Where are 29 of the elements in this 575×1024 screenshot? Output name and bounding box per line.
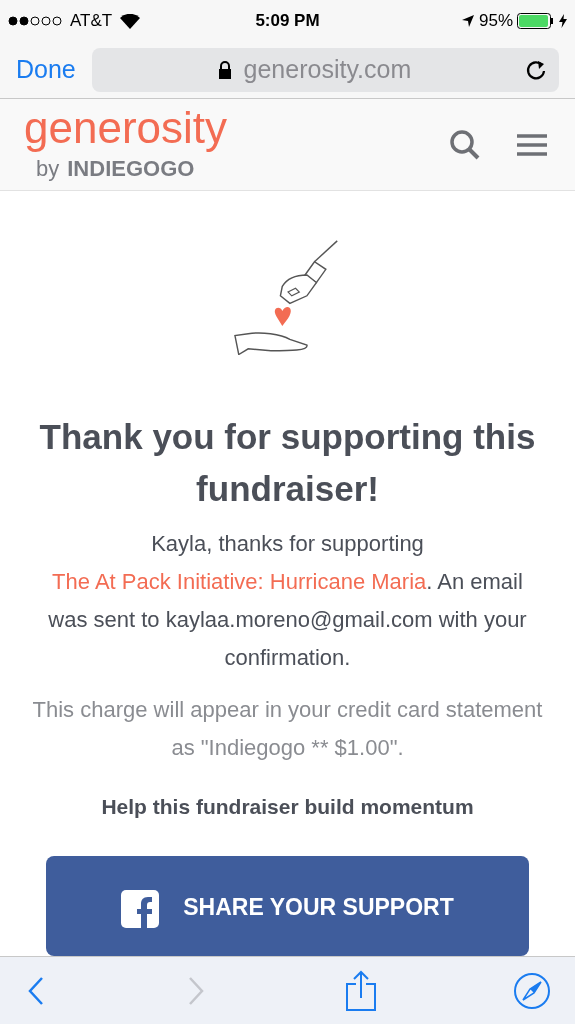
facebook-icon xyxy=(121,890,160,928)
charging-icon xyxy=(559,14,567,28)
location-icon xyxy=(460,14,475,28)
carrier-label: AT&T xyxy=(70,10,113,33)
signal-icon xyxy=(8,16,62,26)
battery-percentage: 95% xyxy=(478,10,513,33)
momentum-heading: Help this fundraiser build momentum xyxy=(101,793,474,820)
menu-icon xyxy=(517,133,547,156)
share-icon xyxy=(344,969,377,1012)
indiegogo-brand: INDIEGOGO xyxy=(67,155,195,183)
brand-logo[interactable]: generosity xyxy=(24,104,441,152)
confirmation-message: Kayla, thanks for supporting The At Pack Initiative: Hurricane Maria. An email was sent to kaylaa.moreno@gmail.com with your confirmation. xyxy=(47,529,528,672)
compass-icon xyxy=(513,971,551,1010)
search-icon xyxy=(449,128,481,161)
battery-icon xyxy=(517,13,555,29)
fundraiser-link[interactable]: The At Pack Initiative: Hurricane Maria xyxy=(52,568,427,594)
lock-icon xyxy=(217,61,232,79)
charge-note: This charge will appear in your credit card statement as "Indiegogo ** $1.00". xyxy=(32,695,543,762)
clock-time: 5:09 PM xyxy=(255,10,320,33)
done-button[interactable]: Done xyxy=(16,51,76,89)
back-chevron-icon xyxy=(28,975,44,1006)
wifi-icon xyxy=(120,13,141,29)
byline-text: by xyxy=(36,155,60,183)
reload-icon[interactable] xyxy=(525,59,547,81)
facebook-share-button[interactable]: SHARE YOUR SUPPORT xyxy=(46,856,529,956)
address-bar[interactable]: generosity.com xyxy=(91,48,559,92)
forward-chevron-icon xyxy=(188,975,205,1006)
thank-you-heading: Thank you for supporting this fundraiser! xyxy=(38,415,537,510)
url-text: generosity.com xyxy=(243,54,412,86)
